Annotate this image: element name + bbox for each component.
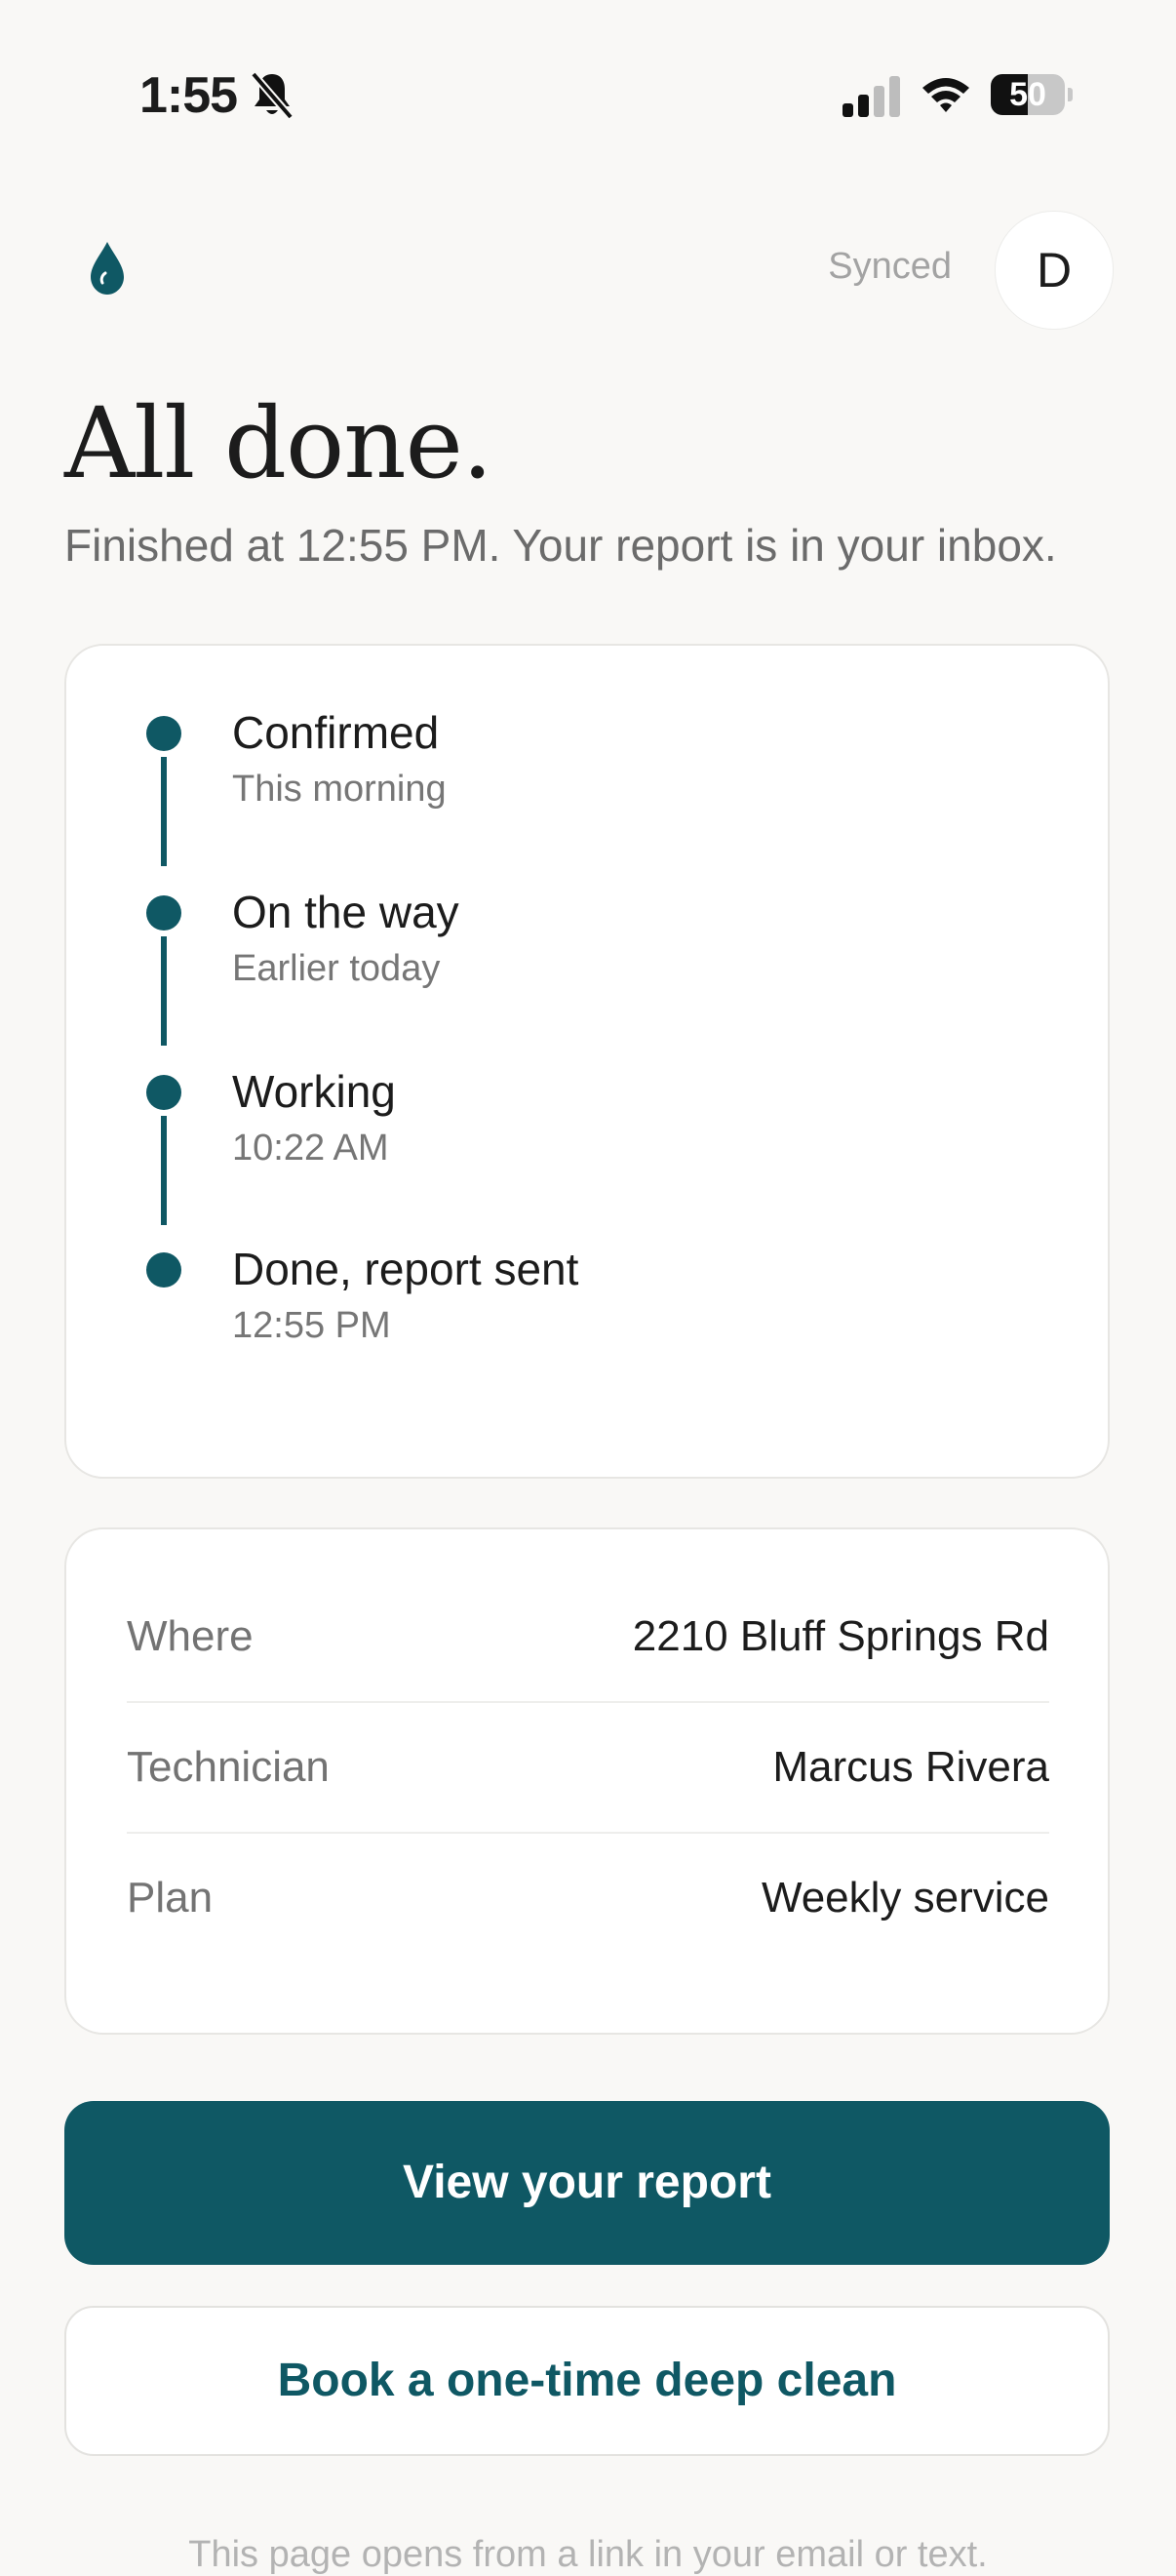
avatar[interactable]: D xyxy=(995,211,1114,330)
timeline-dot xyxy=(146,1075,181,1110)
timeline-connector xyxy=(161,757,167,866)
timeline-connector xyxy=(161,936,167,1046)
detail-row-plan: Plan Weekly service xyxy=(127,1834,1049,1962)
detail-value: Marcus Rivera xyxy=(772,1743,1049,1791)
timeline-dot xyxy=(146,1252,181,1288)
sync-status: Synced xyxy=(828,246,952,287)
detail-value: 2210 Bluff Springs Rd xyxy=(632,1612,1049,1660)
timeline-step-time: Earlier today xyxy=(232,948,441,989)
timeline-step-time: This morning xyxy=(232,769,447,810)
timeline-step-label: Working xyxy=(232,1066,396,1117)
battery-percent: 50 xyxy=(1009,76,1046,113)
droplet-logo-icon xyxy=(91,242,124,295)
timeline-step-label: Confirmed xyxy=(232,707,440,758)
silent-bell-icon xyxy=(250,71,294,120)
detail-label: Where xyxy=(127,1612,254,1660)
status-bar: 1:55 50 xyxy=(0,0,1176,195)
cellular-signal-icon xyxy=(843,76,900,117)
view-report-button[interactable]: View your report xyxy=(64,2101,1110,2265)
timeline-dot xyxy=(146,716,181,751)
battery-icon: 50 xyxy=(991,74,1073,115)
timeline-step-label: On the way xyxy=(232,887,459,937)
detail-row-technician: Technician Marcus Rivera xyxy=(127,1703,1049,1832)
timeline-step-time: 10:22 AM xyxy=(232,1128,389,1169)
service-details-card: Where 2210 Bluff Springs Rd Technician M… xyxy=(64,1527,1110,2035)
timeline-connector xyxy=(161,1116,167,1225)
page-subtitle: Finished at 12:55 PM. Your report is in … xyxy=(64,520,1057,571)
detail-value: Weekly service xyxy=(761,1874,1049,1922)
wifi-icon xyxy=(922,78,969,112)
detail-label: Technician xyxy=(127,1743,330,1791)
status-time: 1:55 xyxy=(139,67,238,124)
book-deep-clean-button[interactable]: Book a one-time deep clean xyxy=(64,2306,1110,2456)
timeline-dot xyxy=(146,895,181,931)
timeline-step-time: 12:55 PM xyxy=(232,1305,391,1346)
timeline-step-label: Done, report sent xyxy=(232,1244,579,1294)
page-title: All done. xyxy=(64,386,493,500)
detail-row-where: Where 2210 Bluff Springs Rd xyxy=(127,1572,1049,1701)
status-timeline-card: Confirmed This morning On the way Earlie… xyxy=(64,644,1110,1479)
footer-note: This page opens from a link in your emai… xyxy=(188,2534,988,2575)
detail-label: Plan xyxy=(127,1874,214,1922)
